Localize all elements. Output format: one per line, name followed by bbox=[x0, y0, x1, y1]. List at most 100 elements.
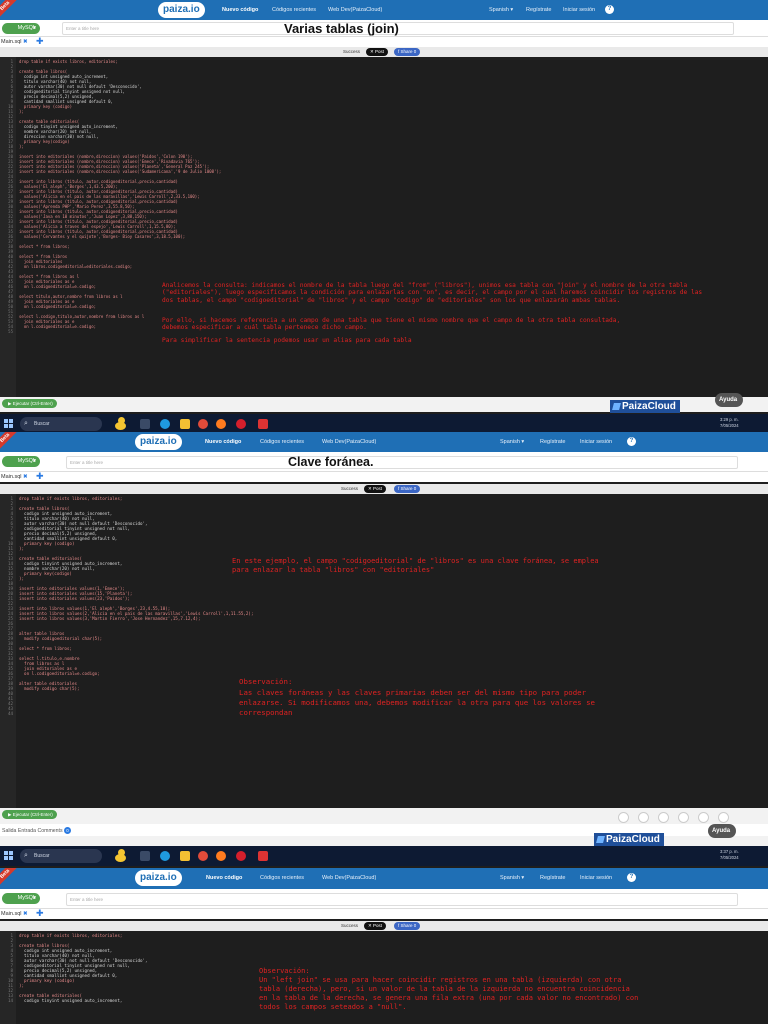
task-view-icon[interactable] bbox=[140, 419, 150, 429]
nav-new-code-link[interactable]: Nuevo código bbox=[206, 875, 242, 881]
language-dropdown[interactable]: MySQL ▾ bbox=[2, 456, 40, 467]
add-file-icon[interactable]: ✚ bbox=[36, 37, 44, 46]
page-title: Varias tablas (join) bbox=[284, 21, 399, 36]
login-link[interactable]: Iniciar sesión bbox=[580, 439, 612, 445]
taskbar-search[interactable]: Buscar bbox=[20, 849, 102, 863]
tab-output[interactable]: Salida bbox=[2, 828, 16, 834]
nav-recent-link[interactable]: Códigos recientes bbox=[260, 875, 304, 881]
duck-icon bbox=[113, 416, 127, 431]
line-number: 14 bbox=[7, 998, 13, 1003]
register-link[interactable]: Regístrate bbox=[526, 7, 551, 13]
post-button[interactable]: ✕ Post bbox=[366, 48, 389, 56]
run-button[interactable]: ▶ Ejecutar (Ctrl-Enter) bbox=[2, 399, 57, 408]
language-dropdown[interactable]: MySQL ▾ bbox=[2, 893, 40, 904]
annotation-text: Observación: bbox=[259, 967, 310, 975]
login-link[interactable]: Iniciar sesión bbox=[563, 7, 595, 13]
nav-recent-link[interactable]: Códigos recientes bbox=[272, 7, 316, 13]
help-button[interactable]: Ayuda bbox=[715, 393, 744, 407]
file-tabs: Main.sql ✖ ✚ bbox=[0, 472, 768, 482]
app-icon[interactable] bbox=[258, 851, 268, 861]
title-toolbar: MySQL ▾ Enter a title here Clave foránea. bbox=[0, 452, 768, 472]
paizacloud-banner[interactable]: PaizaCloud bbox=[594, 833, 664, 846]
screenshot-panel-3: Beta paiza.io Nuevo código Códigos recie… bbox=[0, 868, 768, 1024]
nav-webdev-link[interactable]: Web Dev(PaizaCloud) bbox=[322, 875, 376, 881]
share-button[interactable]: f Share 0 bbox=[394, 922, 421, 930]
run-footer: ▶ Ejecutar (Ctrl-Enter) Salida Entrada C… bbox=[0, 808, 768, 846]
code-text: codigo tinyint unsigned auto_increment, bbox=[19, 998, 123, 1003]
help-icon[interactable]: ? bbox=[627, 437, 636, 446]
run-footer: ▶ Ejecutar (Ctrl-Enter) PaizaCloud Ayuda bbox=[0, 393, 768, 413]
code-editor[interactable]: 1 drop table if exists libros, editoriale… bbox=[0, 57, 768, 397]
register-link[interactable]: Regístrate bbox=[540, 439, 565, 445]
chrome-icon[interactable] bbox=[198, 851, 208, 861]
explorer-icon[interactable] bbox=[180, 419, 190, 429]
language-dropdown[interactable]: MySQL ▾ bbox=[2, 23, 40, 34]
windows-start-icon[interactable] bbox=[4, 851, 13, 860]
settings-icon[interactable] bbox=[618, 812, 629, 823]
top-navbar: Beta paiza.io Nuevo código Códigos recie… bbox=[0, 432, 768, 452]
help-button[interactable]: Ayuda bbox=[708, 824, 737, 838]
help-icon[interactable]: ? bbox=[627, 873, 636, 882]
nav-new-code-link[interactable]: Nuevo código bbox=[205, 439, 241, 445]
post-button[interactable]: ✕ Post bbox=[364, 485, 387, 493]
opera-icon[interactable] bbox=[236, 419, 246, 429]
close-icon[interactable]: ✖ bbox=[23, 474, 28, 480]
paiza-logo[interactable]: paiza.io bbox=[135, 434, 182, 450]
task-view-icon[interactable] bbox=[140, 851, 150, 861]
edge-icon[interactable] bbox=[160, 851, 170, 861]
user-icon[interactable] bbox=[718, 812, 729, 823]
nav-webdev-link[interactable]: Web Dev(PaizaCloud) bbox=[328, 7, 382, 13]
paiza-logo[interactable]: paiza.io bbox=[158, 2, 205, 18]
language-select[interactable]: Spanish ▾ bbox=[500, 875, 524, 881]
add-file-icon[interactable]: ✚ bbox=[36, 909, 44, 918]
post-button[interactable]: ✕ Post bbox=[364, 922, 387, 930]
windows-start-icon[interactable] bbox=[4, 419, 13, 428]
paiza-logo[interactable]: paiza.io bbox=[135, 870, 182, 886]
language-select[interactable]: Spanish ▾ bbox=[489, 7, 513, 13]
code-editor[interactable]: 1 drop table if exists libros, editoriale… bbox=[0, 494, 768, 808]
title-toolbar: MySQL ▾ Enter a title here bbox=[0, 889, 768, 909]
github-icon[interactable] bbox=[678, 812, 689, 823]
run-button[interactable]: ▶ Ejecutar (Ctrl-Enter) bbox=[2, 810, 57, 819]
edge-icon[interactable] bbox=[160, 419, 170, 429]
tab-input[interactable]: Entrada bbox=[18, 828, 36, 834]
close-icon[interactable]: ✖ bbox=[23, 39, 28, 45]
title-input[interactable]: Enter a title here bbox=[66, 893, 738, 906]
tab-comments[interactable]: Comments bbox=[38, 828, 63, 834]
chevron-down-icon: ▾ bbox=[33, 458, 36, 464]
register-link[interactable]: Regístrate bbox=[540, 875, 565, 881]
nav-new-code-link[interactable]: Nuevo código bbox=[222, 7, 258, 13]
chrome-icon[interactable] bbox=[198, 419, 208, 429]
language-select[interactable]: Spanish ▾ bbox=[500, 439, 524, 445]
explorer-icon[interactable] bbox=[180, 851, 190, 861]
fullscreen-icon[interactable] bbox=[658, 812, 669, 823]
help-icon[interactable]: ? bbox=[605, 5, 614, 14]
title-input[interactable]: Enter a title here bbox=[66, 456, 738, 469]
file-tab-main[interactable]: Main.sql ✖ bbox=[1, 911, 28, 917]
file-tab-main[interactable]: Main.sql ✖ bbox=[1, 474, 28, 480]
annotation-text: Para simplificar la sentencia podemos us… bbox=[162, 337, 412, 344]
share-button[interactable]: f Share 0 bbox=[394, 485, 421, 493]
download-icon[interactable] bbox=[698, 812, 709, 823]
file-tab-main[interactable]: Main.sql ✖ bbox=[1, 39, 28, 45]
duck-icon bbox=[113, 848, 127, 863]
file-tabs: Main.sql ✖ ✚ bbox=[0, 909, 768, 919]
app-icon[interactable] bbox=[258, 419, 268, 429]
add-file-icon[interactable]: ✚ bbox=[36, 472, 44, 481]
nav-recent-link[interactable]: Códigos recientes bbox=[260, 439, 304, 445]
beta-ribbon: Beta bbox=[0, 868, 19, 888]
line-number: 55 bbox=[8, 329, 13, 334]
firefox-icon[interactable] bbox=[216, 851, 226, 861]
paizacloud-banner[interactable]: PaizaCloud bbox=[610, 400, 680, 413]
nav-webdev-link[interactable]: Web Dev(PaizaCloud) bbox=[322, 439, 376, 445]
share-button[interactable]: f Share 0 bbox=[394, 48, 421, 56]
taskbar-search[interactable]: Buscar bbox=[20, 417, 102, 431]
code-editor[interactable]: 1 drop table if exists libros, editoriale… bbox=[0, 931, 768, 1024]
login-link[interactable]: Iniciar sesión bbox=[580, 875, 612, 881]
close-icon[interactable]: ✖ bbox=[23, 911, 28, 917]
taskbar-clock: 3:29 p. m. 7/05/2024 bbox=[720, 417, 739, 428]
opera-icon[interactable] bbox=[236, 851, 246, 861]
windows-taskbar: Buscar 3:29 p. m.7/05/2024 bbox=[0, 414, 768, 432]
firefox-icon[interactable] bbox=[216, 419, 226, 429]
theme-icon[interactable] bbox=[638, 812, 649, 823]
